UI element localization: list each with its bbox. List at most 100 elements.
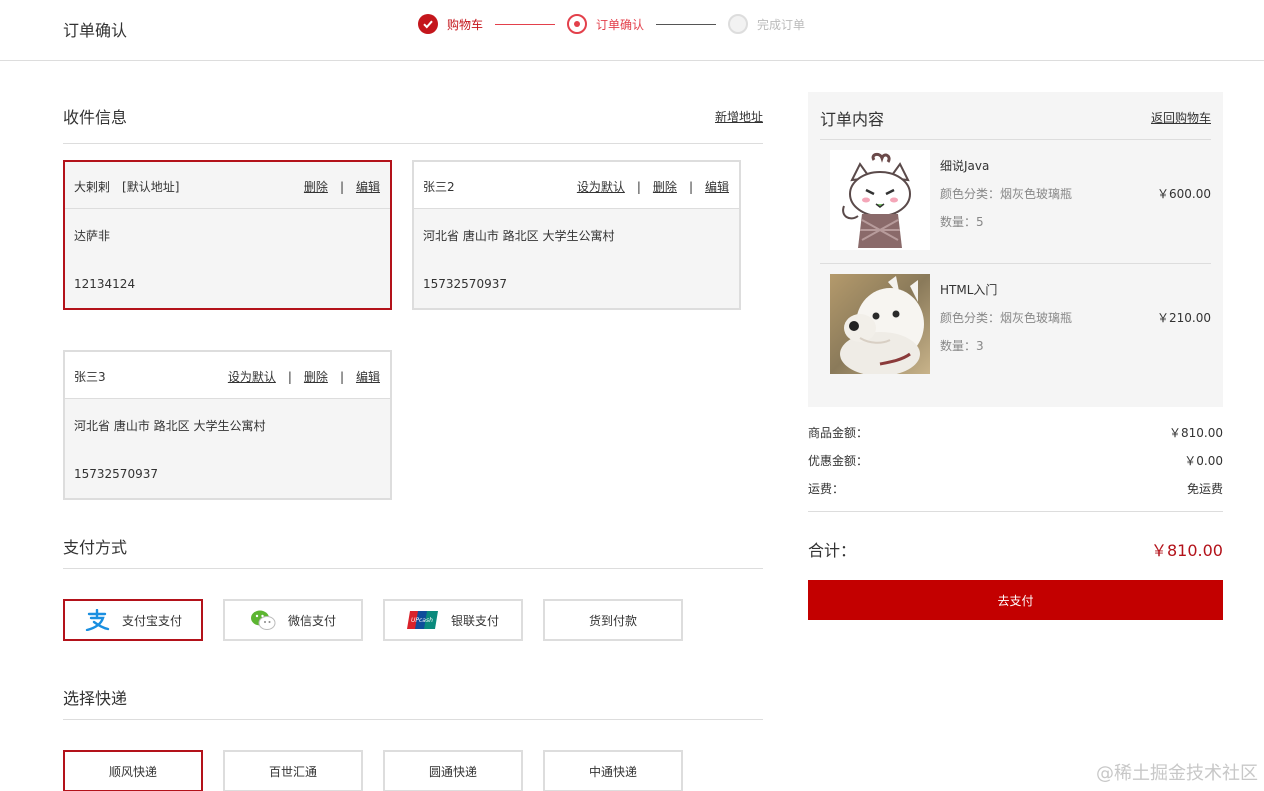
top-header: 订单确认 购物车 订单确认 完成订单	[0, 0, 1264, 61]
pending-step-icon	[728, 14, 749, 34]
divider: |	[688, 179, 693, 194]
step-complete: 完成订单	[728, 14, 805, 34]
summary-goods-amount: 商品金额： ￥810.00	[808, 424, 1223, 440]
summary-label: 优惠金额：	[808, 454, 869, 468]
product-image-cat	[830, 150, 930, 250]
total-value: ￥810.00	[1151, 541, 1223, 560]
step-cart: 购物车	[418, 14, 483, 34]
shipping-section-header: 选择快递	[63, 685, 763, 720]
delete-address-button[interactable]: 删除	[653, 178, 677, 195]
order-panel-header: 订单内容 返回购物车	[820, 92, 1211, 140]
order-panel-title: 订单内容	[820, 110, 885, 129]
address-phone: 15732570937	[74, 467, 158, 481]
total-label: 合计：	[808, 541, 857, 560]
step-confirm: 订单确认	[567, 14, 644, 34]
address-detail: 河北省 唐山市 路北区 大学生公寓村	[74, 419, 266, 433]
alipay-option[interactable]: 支付宝支付	[63, 599, 203, 641]
step-label: 购物车	[447, 17, 484, 32]
unionpay-icon: UPcash	[406, 610, 439, 630]
default-address-tag: [默认地址]	[122, 180, 180, 194]
add-address-link[interactable]: 新增地址	[715, 108, 763, 125]
product-price: ￥600.00	[1157, 187, 1211, 201]
shipping-option-sf[interactable]: 顺风快递	[63, 750, 203, 791]
address-card-header: 张三3 设为默认 | 删除 | 编辑	[65, 352, 390, 399]
address-section-header: 收件信息 新增地址	[63, 104, 763, 144]
address-actions: 设为默认 | 删除 | 编辑	[577, 178, 729, 195]
address-name: 大剌剌 [默认地址]	[74, 178, 179, 195]
order-content-panel: 订单内容 返回购物车 细说Java 颜色分类：烟灰色玻璃瓶 数量：5 ￥600.…	[808, 92, 1223, 407]
delete-address-button[interactable]: 删除	[304, 178, 328, 195]
address-actions: 删除 | 编辑	[304, 178, 380, 195]
product-quantity: 数量：5	[940, 215, 984, 229]
shipping-option-best[interactable]: 百世汇通	[223, 750, 363, 791]
product-name[interactable]: HTML入门	[940, 281, 997, 298]
summary-value: 免运费	[1186, 482, 1223, 496]
alipay-icon	[84, 609, 110, 631]
summary-value: ￥0.00	[1184, 454, 1223, 468]
back-to-cart-link[interactable]: 返回购物车	[1151, 109, 1211, 126]
address-card[interactable]: 张三2 设为默认 | 删除 | 编辑 河北省 唐山市 路北区 大学生公寓村 15…	[412, 160, 741, 310]
shipping-label: 顺风快递	[108, 764, 157, 779]
step-label: 订单确认	[596, 17, 645, 32]
address-card[interactable]: 张三3 设为默认 | 删除 | 编辑 河北省 唐山市 路北区 大学生公寓村 15…	[63, 350, 392, 500]
address-phone: 12134124	[74, 277, 136, 291]
product-spec: 颜色分类：烟灰色玻璃瓶	[940, 187, 1073, 201]
recipient-name: 张三3	[74, 370, 106, 384]
pay-button[interactable]: 去支付	[808, 580, 1223, 620]
unionpay-option[interactable]: UPcash 银联支付	[383, 599, 523, 641]
payment-label: 支付宝支付	[121, 613, 182, 628]
address-actions: 设为默认 | 删除 | 编辑	[228, 368, 380, 385]
edit-address-button[interactable]: 编辑	[356, 178, 380, 195]
svg-text:UPcash: UPcash	[411, 617, 433, 624]
watermark: @稀土掘金技术社区	[1096, 763, 1258, 784]
product-image-dog	[830, 274, 930, 374]
divider: |	[287, 369, 292, 384]
product-quantity: 数量：3	[940, 339, 984, 353]
payment-label: 银联支付	[450, 613, 499, 628]
step-label: 完成订单	[757, 17, 806, 32]
order-item: HTML入门 颜色分类：烟灰色玻璃瓶 数量：3 ￥210.00	[820, 264, 1211, 388]
product-spec: 颜色分类：烟灰色玻璃瓶	[940, 311, 1073, 325]
divider: |	[339, 369, 344, 384]
set-default-button[interactable]: 设为默认	[228, 368, 276, 385]
product-name[interactable]: 细说Java	[940, 157, 989, 174]
delete-address-button[interactable]: 删除	[304, 368, 328, 385]
address-card-header: 张三2 设为默认 | 删除 | 编辑	[414, 162, 739, 209]
product-price: ￥210.00	[1157, 311, 1211, 325]
edit-address-button[interactable]: 编辑	[705, 178, 729, 195]
wechat-icon	[250, 609, 276, 631]
payment-label: 微信支付	[287, 613, 336, 628]
summary-divider	[808, 511, 1223, 512]
address-detail: 河北省 唐山市 路北区 大学生公寓村	[423, 229, 615, 243]
shipping-section-title: 选择快递	[63, 689, 128, 708]
check-icon	[418, 14, 438, 34]
recipient-name: 张三2	[423, 180, 455, 194]
payment-section-header: 支付方式	[63, 534, 763, 569]
cash-on-delivery-option[interactable]: 货到付款	[543, 599, 683, 641]
summary-discount: 优惠金额： ￥0.00	[808, 452, 1223, 468]
step-connector	[495, 23, 556, 25]
summary-shipping-fee: 运费： 免运费	[808, 480, 1223, 496]
payment-label: 货到付款	[588, 613, 637, 628]
divider: |	[339, 179, 344, 194]
address-phone: 15732570937	[423, 277, 507, 291]
summary-label: 运费：	[808, 482, 845, 496]
shipping-label: 百世汇通	[268, 764, 317, 779]
current-step-icon	[567, 14, 588, 34]
recipient-name: 大剌剌	[74, 180, 111, 194]
address-card[interactable]: 大剌剌 [默认地址] 删除 | 编辑 达萨非 12134124	[63, 160, 392, 310]
wechat-pay-option[interactable]: 微信支付	[223, 599, 363, 641]
summary-value: ￥810.00	[1169, 426, 1223, 440]
progress-steps: 购物车 订单确认 完成订单	[418, 13, 805, 35]
order-total: 合计： ￥810.00	[808, 537, 1223, 560]
set-default-button[interactable]: 设为默认	[577, 178, 625, 195]
edit-address-button[interactable]: 编辑	[356, 368, 380, 385]
summary-label: 商品金额：	[808, 426, 869, 440]
shipping-option-zto[interactable]: 中通快递	[543, 750, 683, 791]
divider: |	[636, 179, 641, 194]
shipping-option-yto[interactable]: 圆通快递	[383, 750, 523, 791]
shipping-label: 圆通快递	[428, 764, 477, 779]
address-section-title: 收件信息	[63, 108, 128, 127]
page-title: 订单确认	[63, 21, 128, 40]
step-connector	[656, 23, 717, 25]
